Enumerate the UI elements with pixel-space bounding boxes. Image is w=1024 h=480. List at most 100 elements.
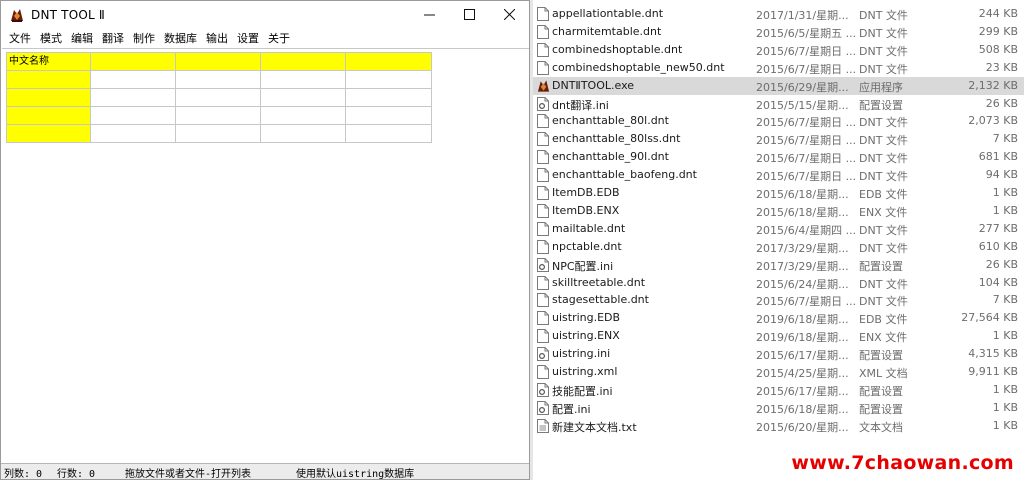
file-name: uistring.xml [552,365,618,378]
grid-row-header[interactable] [6,106,91,125]
file-row[interactable]: npctable.dnt 2017/3/29/星期... DNT 文件 610 KB [533,238,1024,256]
file-date: 2015/6/24/星期... [756,277,849,291]
file-row[interactable]: charmitemtable.dnt 2015/6/5/星期五 ... DNT 文件… [533,23,1024,41]
data-grid[interactable]: 中文名称 [6,52,432,143]
file-name: combinedshoptable_new50.dnt [552,60,725,74]
grid-header-cell[interactable] [260,52,346,71]
file-row[interactable]: ItemDB.ENX 2015/6/18/星期... ENX 文件 1 KB [533,202,1024,220]
file-type: DNT 文件 [859,241,908,255]
file-row[interactable]: appellationtable.dnt 2017/1/31/星期... DNT 文… [533,5,1024,23]
file-icon [537,275,549,290]
menu-database[interactable]: 数据库 [162,30,202,46]
grid-cell[interactable] [260,88,346,107]
grid-cell[interactable] [260,124,346,143]
menu-about[interactable]: 关于 [266,30,295,46]
menu-file[interactable]: 文件 [7,30,36,46]
grid-cell[interactable] [90,106,176,125]
grid-cell[interactable] [175,88,261,107]
file-row[interactable]: uistring.ENX 2019/6/18/星期... ENX 文件 1 KB [533,327,1024,345]
grid-header-cell[interactable] [345,52,432,71]
title-bar[interactable]: DNT TOOL Ⅱ [1,1,529,28]
file-row[interactable]: mailtable.dnt 2015/6/4/星期四 ... DNT 文件 277 K… [533,220,1024,238]
settings-file-icon [537,257,549,272]
file-size: 94 KB [985,168,1018,182]
status-row-count: 行数: 0 [57,469,96,480]
file-row[interactable]: 新建文本文档.txt 2015/6/20/星期... 文本文档 1 KB [533,417,1024,435]
file-icon [537,365,549,379]
file-icon [537,132,549,147]
menu-mode[interactable]: 模式 [38,30,67,46]
grid-header-cell[interactable]: 中文名称 [6,52,91,71]
file-type: XML 文档 [859,367,908,380]
menu-edit[interactable]: 编辑 [69,30,98,46]
file-row[interactable]: enchanttable_baofeng.dnt 2015/6/7/星期日 ...… [533,166,1024,184]
grid-cell[interactable] [345,70,432,89]
grid-cell[interactable] [175,70,261,89]
file-type: DNT 文件 [859,44,908,58]
grid-cell[interactable] [260,106,346,125]
grid-header-row: 中文名称 [6,52,432,71]
menu-make[interactable]: 制作 [131,30,160,46]
file-size: 27,564 KB [961,311,1018,325]
file-row[interactable]: combinedshoptable_new50.dnt 2015/6/7/星期日 … [533,59,1024,77]
file-icon [537,311,549,326]
grid-header-cell[interactable] [175,52,261,71]
grid-cell[interactable] [345,88,432,107]
grid-cell[interactable] [90,88,176,107]
file-row[interactable]: enchanttable_80l.dnt 2015/6/7/星期日 ... DNT … [533,112,1024,130]
file-row[interactable]: skilltreetable.dnt 2015/6/24/星期... DNT 文件 1… [533,274,1024,292]
grid-row-header[interactable] [6,70,91,89]
file-row[interactable]: combinedshoptable.dnt 2015/6/7/星期日 ... DNT… [533,41,1024,59]
grid-header-cell[interactable] [90,52,176,71]
close-button[interactable] [489,1,529,28]
file-size: 104 KB [978,275,1018,289]
grid-row-header[interactable] [6,124,91,143]
file-row[interactable]: uistring.ini 2015/6/17/星期... 配置设置 4,315 KB [533,345,1024,363]
close-icon [503,9,515,20]
file-size: 26 KB [985,96,1018,110]
file-name: DNTⅡTOOL.exe [552,78,635,92]
menu-output[interactable]: 输出 [204,30,233,46]
file-row[interactable]: 配置.ini 2015/6/18/星期... 配置设置 1 KB [533,399,1024,417]
file-row[interactable]: enchanttable_90l.dnt 2015/6/7/星期日 ... DNT … [533,148,1024,166]
file-row[interactable]: ItemDB.EDB 2015/6/18/星期... EDB 文件 1 KB [533,184,1024,202]
file-row[interactable]: stagesettable.dnt 2015/6/7/星期日 ... DNT 文件 7… [533,291,1024,309]
file-row[interactable]: 技能配置.ini 2015/6/17/星期... 配置设置 1 KB [533,381,1024,399]
file-row[interactable]: DNTⅡTOOL.exe 2015/6/29/星期... 应用程序 2,132 KB [533,76,1024,95]
file-size: 7 KB [992,132,1018,146]
grid-area[interactable]: 中文名称 [2,48,529,464]
grid-cell[interactable] [345,106,432,125]
file-icon [537,24,549,39]
file-type: 配置设置 [859,349,903,363]
grid-cell[interactable] [90,124,176,143]
file-type: DNT 文件 [859,62,908,76]
menu-settings[interactable]: 设置 [235,30,264,46]
file-size: 508 KB [978,42,1018,56]
file-name: 新建文本文档.txt [552,420,637,434]
grid-cell[interactable] [175,124,261,143]
maximize-icon [463,9,475,20]
app-icon [537,79,550,93]
file-row[interactable]: enchanttable_80lss.dnt 2015/6/7/星期日 ... DN… [533,130,1024,148]
file-icon [537,7,549,21]
file-date: 2015/6/7/星期日 ... [756,295,857,309]
grid-cell[interactable] [345,124,432,143]
grid-row-header[interactable] [6,88,91,107]
file-name: enchanttable_80lss.dnt [552,132,681,146]
file-row[interactable]: NPC配置.ini 2017/3/29/星期... 配置设置 26 KB [533,256,1024,274]
file-size: 26 KB [985,257,1018,271]
grid-cell[interactable] [175,106,261,125]
file-row[interactable]: dnt翻译.ini 2015/5/15/星期... 配置设置 26 KB [533,95,1024,113]
grid-cell[interactable] [260,70,346,89]
menu-translate[interactable]: 翻译 [100,30,129,46]
minimize-button[interactable] [409,1,449,28]
grid-cell[interactable] [90,70,176,89]
file-icon [537,293,549,308]
file-row[interactable]: uistring.xml 2015/4/25/星期... XML 文档 9,911 K… [533,363,1024,381]
maximize-button[interactable] [449,1,489,28]
file-date: 2015/6/17/星期... [756,384,849,398]
file-row[interactable]: uistring.EDB 2019/6/18/星期... EDB 文件 27,564 … [533,309,1024,327]
file-name: ItemDB.ENX [552,203,620,217]
file-type: DNT 文件 [859,170,908,184]
menu-bar: 文件 模式 编辑 翻译 制作 数据库 输出 设置 关于 [1,28,529,48]
